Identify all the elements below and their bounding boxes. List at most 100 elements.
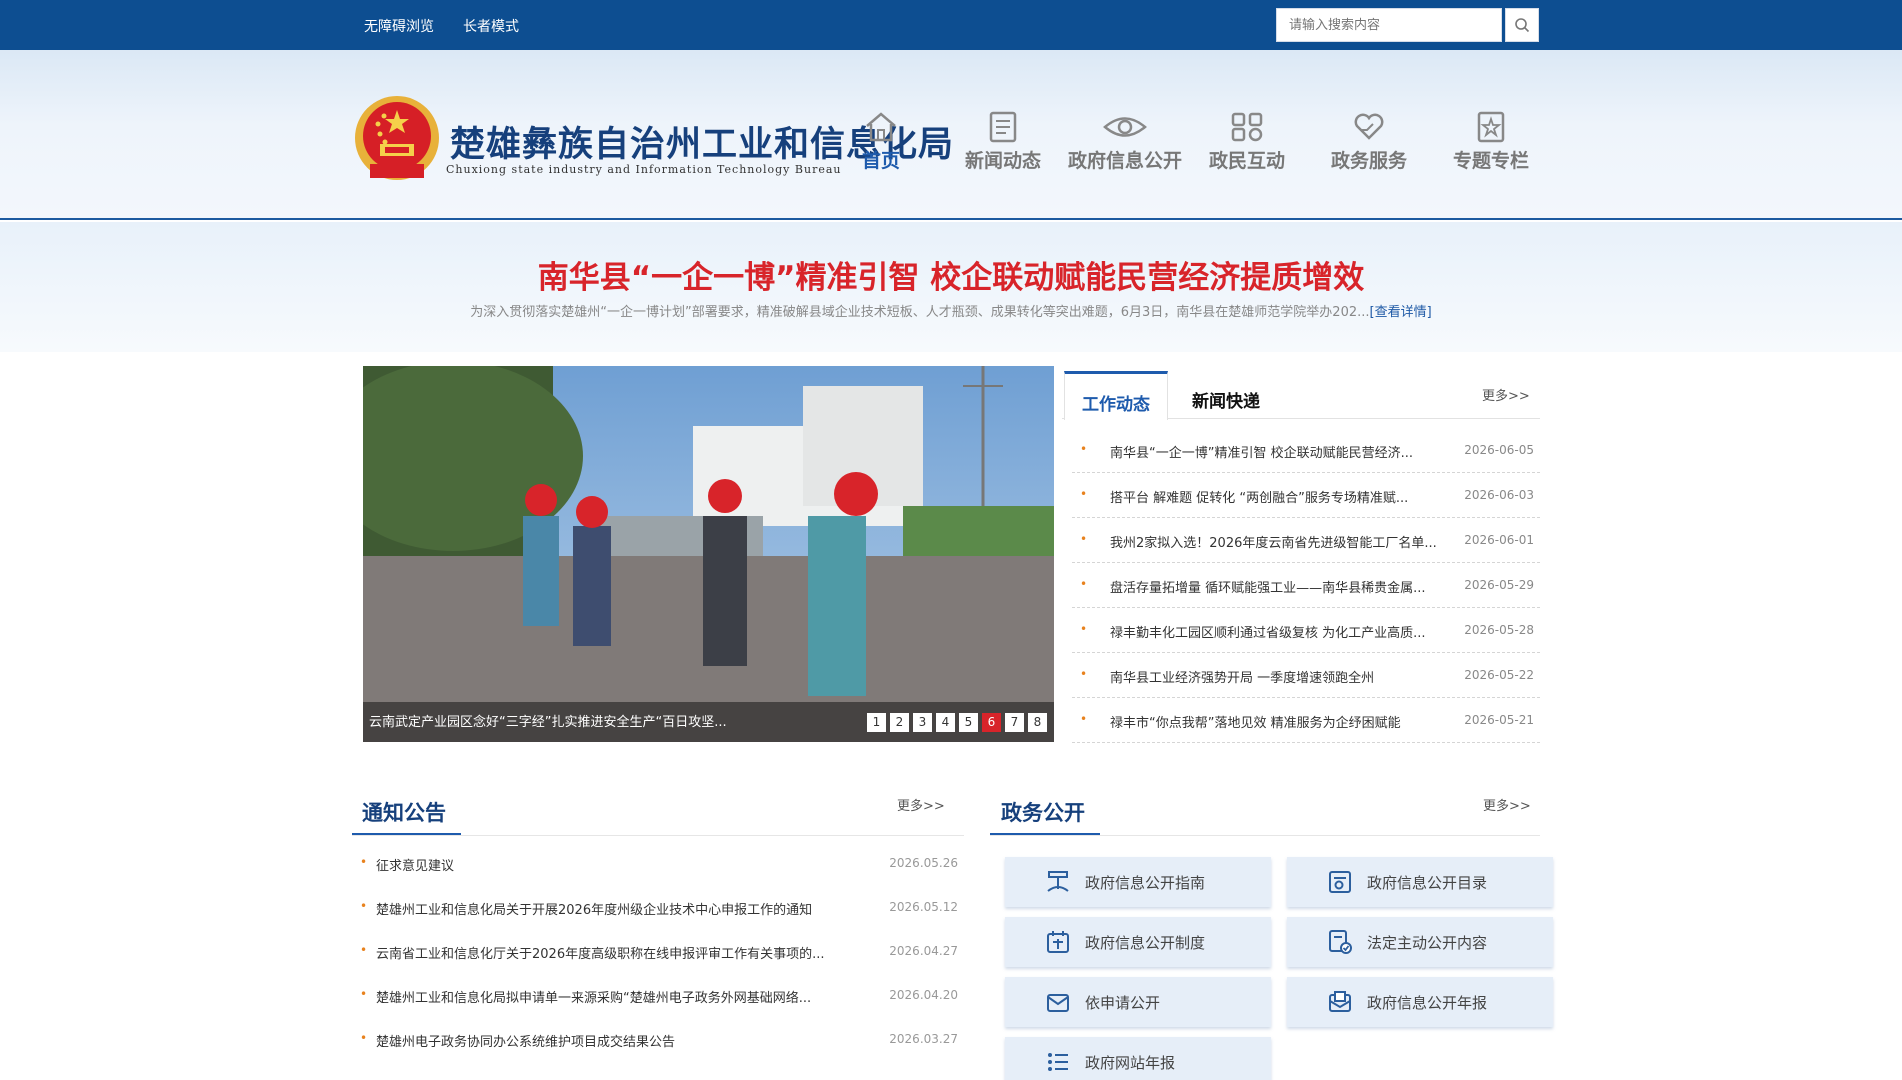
slider-dot[interactable]: 3 — [913, 713, 932, 732]
national-emblem-icon — [355, 96, 439, 180]
notice-date: 2026.04.27 — [889, 944, 958, 958]
notice-title[interactable]: 楚雄州电子政务协同办公系统维护项目成交结果公告 — [376, 1031, 675, 1050]
bullet-icon: • — [1080, 442, 1088, 456]
nav-gov-info[interactable]: 政府信息公开 — [1064, 110, 1186, 173]
star-doc-icon — [1477, 111, 1505, 143]
bullet-icon: • — [1080, 532, 1088, 546]
news-date: 2026-05-21 — [1464, 713, 1534, 727]
site-header: 楚雄彝族自治州工业和信息化局 Chuxiong state industry a… — [0, 50, 1902, 220]
news-date: 2026-06-01 — [1464, 533, 1534, 547]
headline-title[interactable]: 南华县“一企一博”精准引智 校企联动赋能民营经济提质增效 — [0, 252, 1902, 297]
gov-open-divider — [990, 835, 1540, 836]
gov-system-button[interactable]: 政府信息公开制度 — [1005, 917, 1271, 967]
elder-mode-link[interactable]: 长者模式 — [463, 16, 519, 36]
guide-icon — [1047, 871, 1069, 892]
news-title[interactable]: 南华县工业经济强势开局 一季度增速领跑全州 — [1110, 667, 1462, 686]
list-item[interactable]: • 南华县“一企一博”精准引智 校企联动赋能民营经济... 2026-06-05 — [1072, 428, 1540, 473]
notice-title[interactable]: 征求意见建议 — [376, 855, 454, 874]
catalog-icon — [1329, 871, 1351, 893]
doc-check-icon — [1329, 930, 1352, 954]
list-icon — [1048, 1053, 1068, 1071]
gov-open-more-link[interactable]: 更多>> — [1483, 795, 1531, 814]
nav-services[interactable]: 政务服务 — [1308, 110, 1430, 173]
news-date: 2026-05-29 — [1464, 578, 1534, 592]
list-item[interactable]: • 南华县工业经济强势开局 一季度增速领跑全州 2026-05-22 — [1072, 653, 1540, 698]
list-item[interactable]: • 我州2家拟入选！2026年度云南省先进级智能工厂名单... 2026-06-01 — [1072, 518, 1540, 563]
headline-summary-text: 为深入贯彻落实楚雄州“一企一博计划”部署要求，精准破解县域企业技术短板、人才瓶颈… — [470, 305, 1370, 320]
list-item[interactable]: • 禄丰市“你点我帮”落地见效 精准服务为企纾困赋能 2026-05-21 — [1072, 698, 1540, 743]
nav-interaction[interactable]: 政民互动 — [1186, 110, 1308, 173]
slider-dot[interactable]: 1 — [867, 713, 886, 732]
bullet-icon: • — [1080, 487, 1088, 501]
list-item[interactable]: • 楚雄州工业和信息化局拟申请单一来源采购“楚雄州电子政务外网基础网络... 202… — [352, 985, 962, 1029]
gov-statutory-label: 法定主动公开内容 — [1367, 933, 1488, 952]
slider-dot[interactable]: 5 — [959, 713, 978, 732]
news-title[interactable]: 禄丰市“你点我帮”落地见效 精准服务为企纾困赋能 — [1110, 712, 1462, 731]
news-more-link[interactable]: 更多>> — [1482, 385, 1530, 404]
bullet-icon: • — [360, 987, 368, 1001]
nav-home[interactable]: 首页 — [820, 110, 942, 173]
slider-dot-active[interactable]: 6 — [982, 713, 1001, 732]
list-item[interactable]: • 楚雄州电子政务协同办公系统维护项目成交结果公告 2026.03.27 — [352, 1029, 962, 1073]
site-subtitle: Chuxiong state industry and Information … — [446, 163, 842, 176]
notice-title[interactable]: 云南省工业和信息化厅关于2026年度高级职称在线申报评审工作有关事项的... — [376, 943, 824, 962]
gov-annual-report-label: 政府信息公开年报 — [1367, 993, 1488, 1012]
nav-news[interactable]: 新闻动态 — [942, 110, 1064, 173]
bullet-icon: • — [360, 855, 368, 869]
accessibility-link[interactable]: 无障碍浏览 — [364, 16, 434, 36]
notice-title[interactable]: 楚雄州工业和信息化局关于开展2026年度州级企业技术中心申报工作的通知 — [376, 899, 812, 918]
gov-apply-label: 依申请公开 — [1085, 993, 1161, 1012]
bullet-icon: • — [360, 899, 368, 913]
slider-dot[interactable]: 7 — [1005, 713, 1024, 732]
nav-topics[interactable]: 专题专栏 — [1430, 110, 1552, 173]
gov-website-report-button[interactable]: 政府网站年报 — [1005, 1037, 1271, 1080]
nav-gov-info-label: 政府信息公开 — [1067, 150, 1182, 172]
gov-website-report-label: 政府网站年报 — [1085, 1053, 1176, 1072]
gov-apply-button[interactable]: 依申请公开 — [1005, 977, 1271, 1027]
notice-title[interactable]: 楚雄州工业和信息化局拟申请单一来源采购“楚雄州电子政务外网基础网络... — [376, 987, 811, 1006]
list-item[interactable]: • 搭平台 解难题 促转化 “两创融合”服务专场精准赋... 2026-06-03 — [1072, 473, 1540, 518]
calendar-icon — [1047, 931, 1069, 953]
gov-open-title: 政务公开 — [1001, 801, 1085, 825]
tab-news-express[interactable]: 新闻快递 — [1180, 371, 1272, 419]
notices-title: 通知公告 — [362, 801, 446, 825]
envelope-icon — [1047, 994, 1069, 1012]
gov-guide-button[interactable]: 政府信息公开指南 — [1005, 857, 1271, 907]
news-title[interactable]: 南华县“一企一博”精准引智 校企联动赋能民营经济... — [1110, 442, 1462, 461]
list-item[interactable]: • 盘活存量拓增量 循环赋能强工业——南华县稀贵金属... 2026-05-29 — [1072, 563, 1540, 608]
news-list: • 南华县“一企一博”精准引智 校企联动赋能民营经济... 2026-06-05 •… — [1072, 428, 1540, 743]
slider-dot[interactable]: 8 — [1028, 713, 1047, 732]
bullet-icon: • — [1080, 622, 1088, 636]
gov-statutory-button[interactable]: 法定主动公开内容 — [1287, 917, 1553, 967]
news-title[interactable]: 搭平台 解难题 促转化 “两创融合”服务专场精准赋... — [1110, 487, 1462, 506]
news-title[interactable]: 我州2家拟入选！2026年度云南省先进级智能工厂名单... — [1110, 532, 1462, 551]
search-input[interactable] — [1276, 8, 1502, 42]
gov-catalog-button[interactable]: 政府信息公开目录 — [1287, 857, 1553, 907]
news-title[interactable]: 盘活存量拓增量 循环赋能强工业——南华县稀贵金属... — [1110, 577, 1462, 596]
slider-caption[interactable]: 云南武定产业园区念好“三字经”扎实推进安全生产“百日攻坚... — [369, 711, 727, 730]
slider-dot[interactable]: 4 — [936, 713, 955, 732]
bullet-icon: • — [360, 943, 368, 957]
list-item[interactable]: • 云南省工业和信息化厅关于2026年度高级职称在线申报评审工作有关事项的... 2… — [352, 941, 962, 985]
photo-slider[interactable]: 云南武定产业园区念好“三字经”扎实推进安全生产“百日攻坚... 1 2 3 4 … — [363, 366, 1054, 742]
list-item[interactable]: • 征求意见建议 2026.05.26 — [352, 853, 962, 897]
bullet-icon: • — [360, 1031, 368, 1045]
gov-annual-report-button[interactable]: 政府信息公开年报 — [1287, 977, 1553, 1027]
search-button[interactable] — [1505, 8, 1539, 42]
list-item[interactable]: • 禄丰勤丰化工园区顺利通过省级复核 为化工产业高质... 2026-05-28 — [1072, 608, 1540, 653]
news-date: 2026-06-05 — [1464, 443, 1534, 457]
gov-catalog-label: 政府信息公开目录 — [1367, 873, 1488, 892]
list-item[interactable]: • 楚雄州工业和信息化局关于开展2026年度州级企业技术中心申报工作的通知 2026… — [352, 897, 962, 941]
news-title[interactable]: 禄丰勤丰化工园区顺利通过省级复核 为化工产业高质... — [1110, 622, 1462, 641]
news-date: 2026-05-28 — [1464, 623, 1534, 637]
top-links: 无障碍浏览 长者模式 — [364, 16, 519, 36]
headline-more-link[interactable]: [查看详情] — [1370, 305, 1432, 320]
report-icon — [1329, 991, 1351, 1012]
headline-area: 南华县“一企一博”精准引智 校企联动赋能民营经济提质增效 为深入贯彻落实楚雄州“… — [0, 222, 1902, 352]
bullet-icon: • — [1080, 667, 1088, 681]
slider-dot[interactable]: 2 — [890, 713, 909, 732]
news-tabs: 工作动态 新闻快递 更多>> — [1062, 369, 1540, 420]
nav-home-label: 首页 — [861, 150, 900, 172]
tab-work-news[interactable]: 工作动态 — [1064, 371, 1168, 420]
notices-more-link[interactable]: 更多>> — [897, 795, 945, 814]
